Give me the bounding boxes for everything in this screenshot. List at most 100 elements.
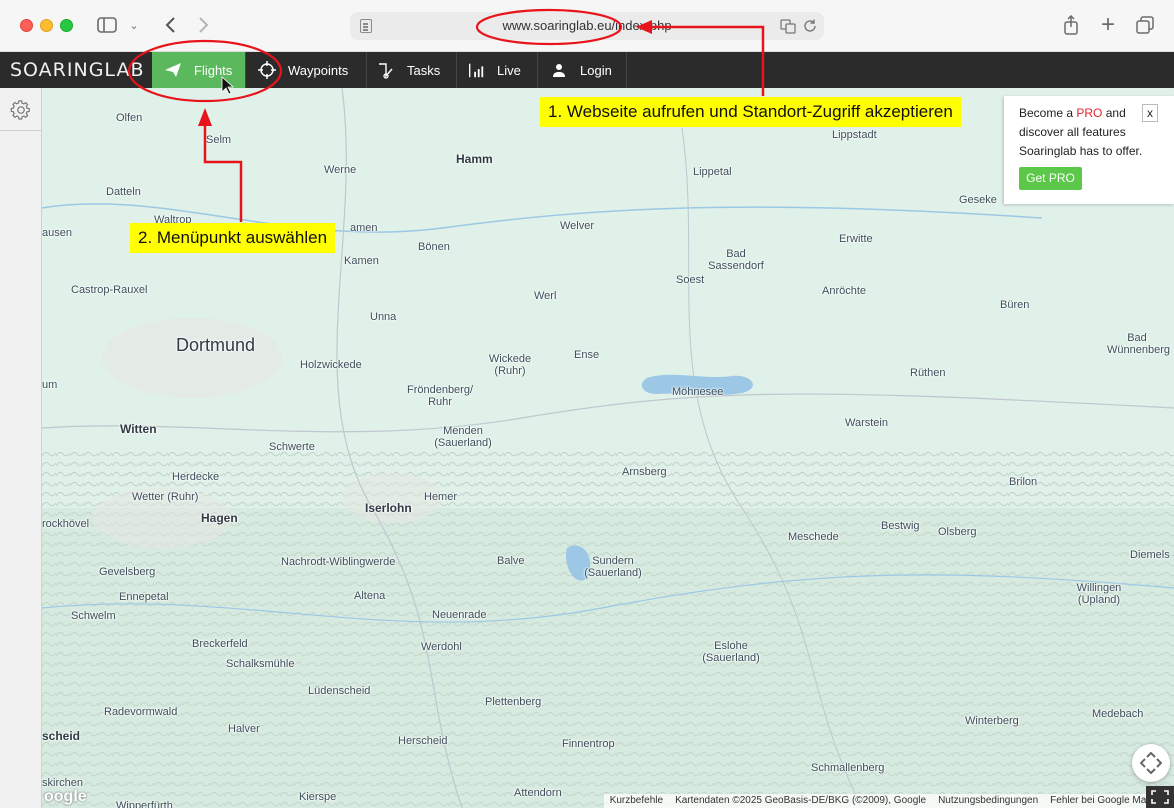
- shortcuts-link[interactable]: Kurzbefehle: [610, 795, 663, 807]
- map-label: Menden (Sauerland): [434, 425, 492, 449]
- map-label: Willingen (Upland): [1076, 582, 1122, 606]
- map-label: rockhövel: [42, 518, 90, 530]
- nav-flights-label: Flights: [194, 62, 233, 78]
- map-label: Fröndenberg/ Ruhr: [406, 384, 474, 408]
- url-bar[interactable]: www.soaringlab.eu/index.php: [350, 12, 824, 40]
- map-label: Lippetal: [693, 166, 732, 178]
- get-pro-button[interactable]: Get PRO: [1019, 167, 1082, 190]
- map-label: Herscheid: [398, 735, 448, 747]
- pan-control-icon[interactable]: [1132, 744, 1170, 782]
- map-label: Selm: [206, 134, 232, 146]
- map-label: Warstein: [845, 417, 888, 429]
- map-label: Iserlohn: [365, 501, 412, 515]
- map-label: Gevelsberg: [99, 566, 156, 578]
- map-label: ausen: [42, 227, 72, 239]
- nav-login[interactable]: Login: [538, 52, 627, 88]
- plane-icon: [164, 61, 182, 79]
- map-label: Sundern (Sauerland): [584, 555, 642, 579]
- new-tab-icon[interactable]: +: [1097, 11, 1119, 38]
- translate-icon[interactable]: [780, 18, 796, 34]
- map-label: Anröchte: [822, 285, 867, 297]
- map-label: Witten: [120, 422, 157, 436]
- map-label: Radevormwald: [104, 706, 178, 718]
- map-label: Finnentrop: [562, 738, 615, 750]
- map-label: Hemer: [424, 491, 458, 503]
- back-icon[interactable]: [160, 13, 180, 37]
- fullscreen-icon[interactable]: [1146, 786, 1174, 808]
- map-label: amen: [350, 222, 378, 234]
- step1-callout: 1. Webseite aufrufen und Standort-Zugrif…: [540, 97, 961, 127]
- minimize-window-button[interactable]: [40, 19, 53, 32]
- map-label: Kamen: [344, 255, 379, 267]
- sidebar-toggle-icon[interactable]: [96, 13, 118, 37]
- nav-waypoints-label: Waypoints: [288, 62, 349, 78]
- map-label: Brilon: [1009, 476, 1038, 488]
- nav-tasks-label: Tasks: [407, 62, 441, 78]
- map-label: Bad Wünnenberg: [1107, 332, 1170, 356]
- map-label: Wickede (Ruhr): [488, 353, 532, 377]
- map-attribution: Kurzbefehle Kartendaten ©2025 GeoBasis-D…: [603, 794, 1174, 808]
- map-label: Ense: [574, 349, 600, 361]
- tasks-icon: [377, 61, 395, 79]
- url-text[interactable]: www.soaringlab.eu/index.php: [350, 18, 824, 33]
- map-label: Erwitte: [839, 233, 873, 245]
- close-window-button[interactable]: [20, 19, 33, 32]
- brand-logo[interactable]: SOARINGLAB: [10, 59, 144, 81]
- nav-live-label: Live: [497, 62, 521, 78]
- map-label: Dortmund: [176, 335, 256, 355]
- map-label: Diemels: [1130, 549, 1170, 561]
- map-label: um: [42, 379, 58, 391]
- map-label: Möhnesee: [672, 386, 724, 398]
- map-label: Schalksmühle: [226, 658, 295, 670]
- share-icon[interactable]: [1060, 13, 1082, 37]
- map-label: scheid: [42, 729, 81, 743]
- map-label: Holzwickede: [300, 359, 362, 371]
- gear-icon[interactable]: [10, 99, 32, 121]
- map-label: Winterberg: [965, 715, 1019, 727]
- pro-promo-line2: discover all features: [1019, 125, 1126, 139]
- pro-accent: PRO: [1076, 106, 1103, 120]
- terms-link[interactable]: Nutzungsbedingungen: [938, 795, 1038, 807]
- forward-icon[interactable]: [194, 13, 214, 37]
- map-label: Halver: [228, 723, 260, 735]
- map-label: Schmallenberg: [811, 762, 885, 774]
- google-logo[interactable]: oogle: [44, 788, 87, 806]
- nav-live[interactable]: Live: [457, 52, 538, 88]
- map-label: Rüthen: [910, 367, 946, 379]
- chevron-down-icon[interactable]: ⌄: [126, 13, 142, 37]
- map-label: Attendorn: [514, 787, 562, 799]
- map-label: Werne: [324, 164, 357, 176]
- map-label: Bad Sassendorf: [708, 248, 764, 272]
- map-label: Hamm: [456, 152, 493, 166]
- map-label: Lippstadt: [832, 129, 877, 141]
- map-label: Herdecke: [172, 471, 220, 483]
- nav-waypoints[interactable]: Waypoints: [246, 52, 367, 88]
- map-label: Eslohe (Sauerland): [702, 640, 760, 664]
- pro-promo-box: Become a PRO and discover all features S…: [1004, 96, 1174, 204]
- signal-icon: [467, 61, 485, 79]
- map-label: Medebach: [1092, 708, 1144, 720]
- app-navbar: SOARINGLAB Flights Waypoints Tasks Live …: [0, 52, 1174, 88]
- nav-tasks[interactable]: Tasks: [367, 52, 457, 88]
- tabs-overview-icon[interactable]: [1134, 13, 1156, 37]
- reload-icon[interactable]: [802, 18, 818, 34]
- user-icon: [550, 61, 568, 79]
- map-label: Lüdenscheid: [308, 685, 371, 697]
- map-label: Geseke: [959, 194, 997, 206]
- map-label: Meschede: [788, 531, 839, 543]
- map-label: Plettenberg: [485, 696, 542, 708]
- close-promo-button[interactable]: x: [1142, 104, 1158, 122]
- nav-flights[interactable]: Flights: [152, 52, 246, 88]
- map-label: Unna: [370, 311, 397, 323]
- sidebar-divider: [0, 130, 42, 131]
- map-label: Balve: [497, 555, 525, 567]
- map-label: Schwerte: [269, 441, 315, 453]
- map-label: Ennepetal: [119, 591, 169, 603]
- zoom-window-button[interactable]: [60, 19, 73, 32]
- map-label: Datteln: [106, 186, 141, 198]
- map-label: Welver: [560, 220, 595, 232]
- map-label: Büren: [1000, 299, 1030, 311]
- map-label: Schwelm: [71, 610, 116, 622]
- map-label: Wipperfürth: [116, 800, 173, 808]
- pro-promo-line3: Soaringlab has to offer.: [1019, 144, 1143, 158]
